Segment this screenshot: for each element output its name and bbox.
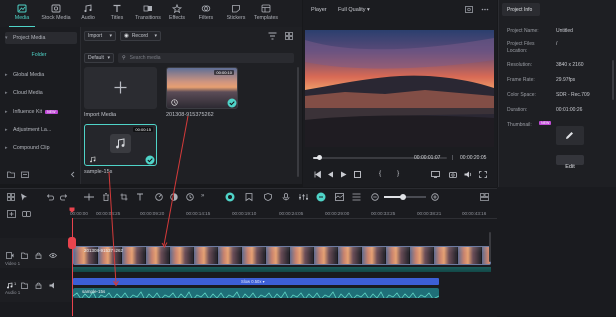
timeline-scrollbar[interactable]: [489, 232, 491, 262]
arrow-to-video-clip: [163, 115, 189, 246]
annotation-arrows: [108, 115, 189, 287]
arrow-to-audio-clip: [108, 171, 117, 285]
